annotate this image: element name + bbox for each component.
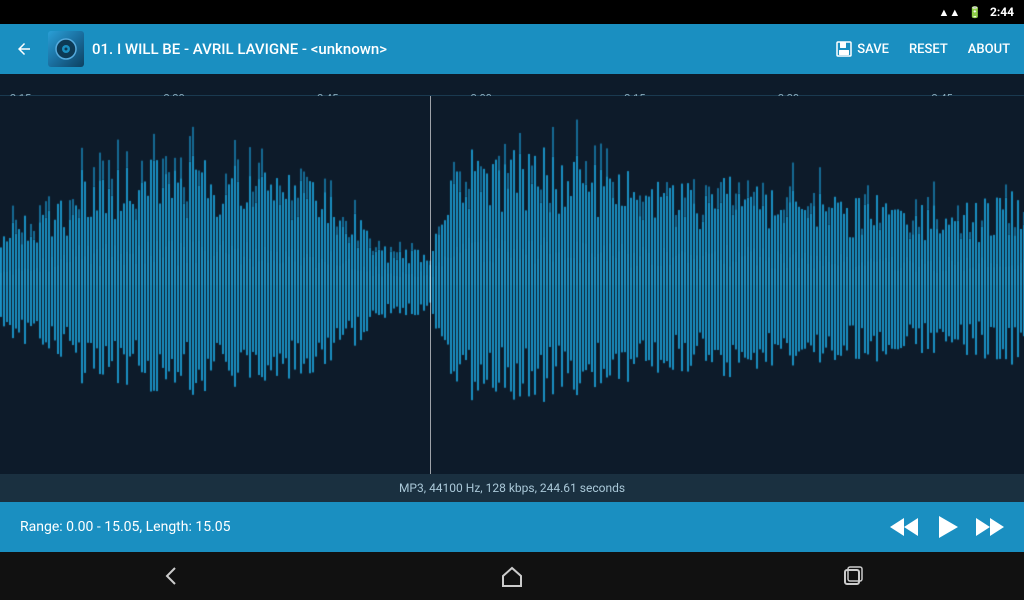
toolbar: 01. I WILL BE - AVRIL LAVIGNE - <unknown… <box>0 24 1024 74</box>
home-nav-button[interactable] <box>498 562 526 590</box>
save-button[interactable]: SAVE <box>829 36 895 62</box>
reset-label: RESET <box>909 42 948 57</box>
rewind-button[interactable] <box>890 516 918 538</box>
controls-bar: Range: 0.00 - 15.05, Length: 15.05 <box>0 502 1024 552</box>
about-label: ABOUT <box>968 42 1010 57</box>
about-button[interactable]: ABOUT <box>962 38 1016 61</box>
status-bar: ▲▲ 🔋 2:44 <box>0 0 1024 24</box>
battery-icon: 🔋 <box>968 6 982 19</box>
back-button[interactable] <box>8 33 40 65</box>
back-nav-button[interactable] <box>157 562 185 590</box>
status-time: 2:44 <box>990 5 1014 19</box>
waveform-container[interactable] <box>0 96 1024 474</box>
position-line <box>430 96 431 474</box>
nav-bar <box>0 552 1024 600</box>
info-bar: MP3, 44100 Hz, 128 kbps, 244.61 seconds <box>0 474 1024 502</box>
track-title: 01. I WILL BE - AVRIL LAVIGNE - <unknown… <box>92 40 821 58</box>
recents-nav-button[interactable] <box>839 562 867 590</box>
waveform-canvas <box>0 96 1024 474</box>
range-info: Range: 0.00 - 15.05, Length: 15.05 <box>20 519 890 535</box>
save-label: SAVE <box>857 42 889 57</box>
fast-forward-button[interactable] <box>976 516 1004 538</box>
reset-button[interactable]: RESET <box>903 38 954 61</box>
wifi-icon: ▲▲ <box>938 6 960 19</box>
play-button[interactable] <box>934 514 960 540</box>
file-info-text: MP3, 44100 Hz, 128 kbps, 244.61 seconds <box>399 481 625 495</box>
timeline-ruler: 2:15 2:30 2:45 3:00 3:15 3:30 3:45 <box>0 74 1024 96</box>
album-art <box>48 31 84 67</box>
playback-controls <box>890 514 1004 540</box>
